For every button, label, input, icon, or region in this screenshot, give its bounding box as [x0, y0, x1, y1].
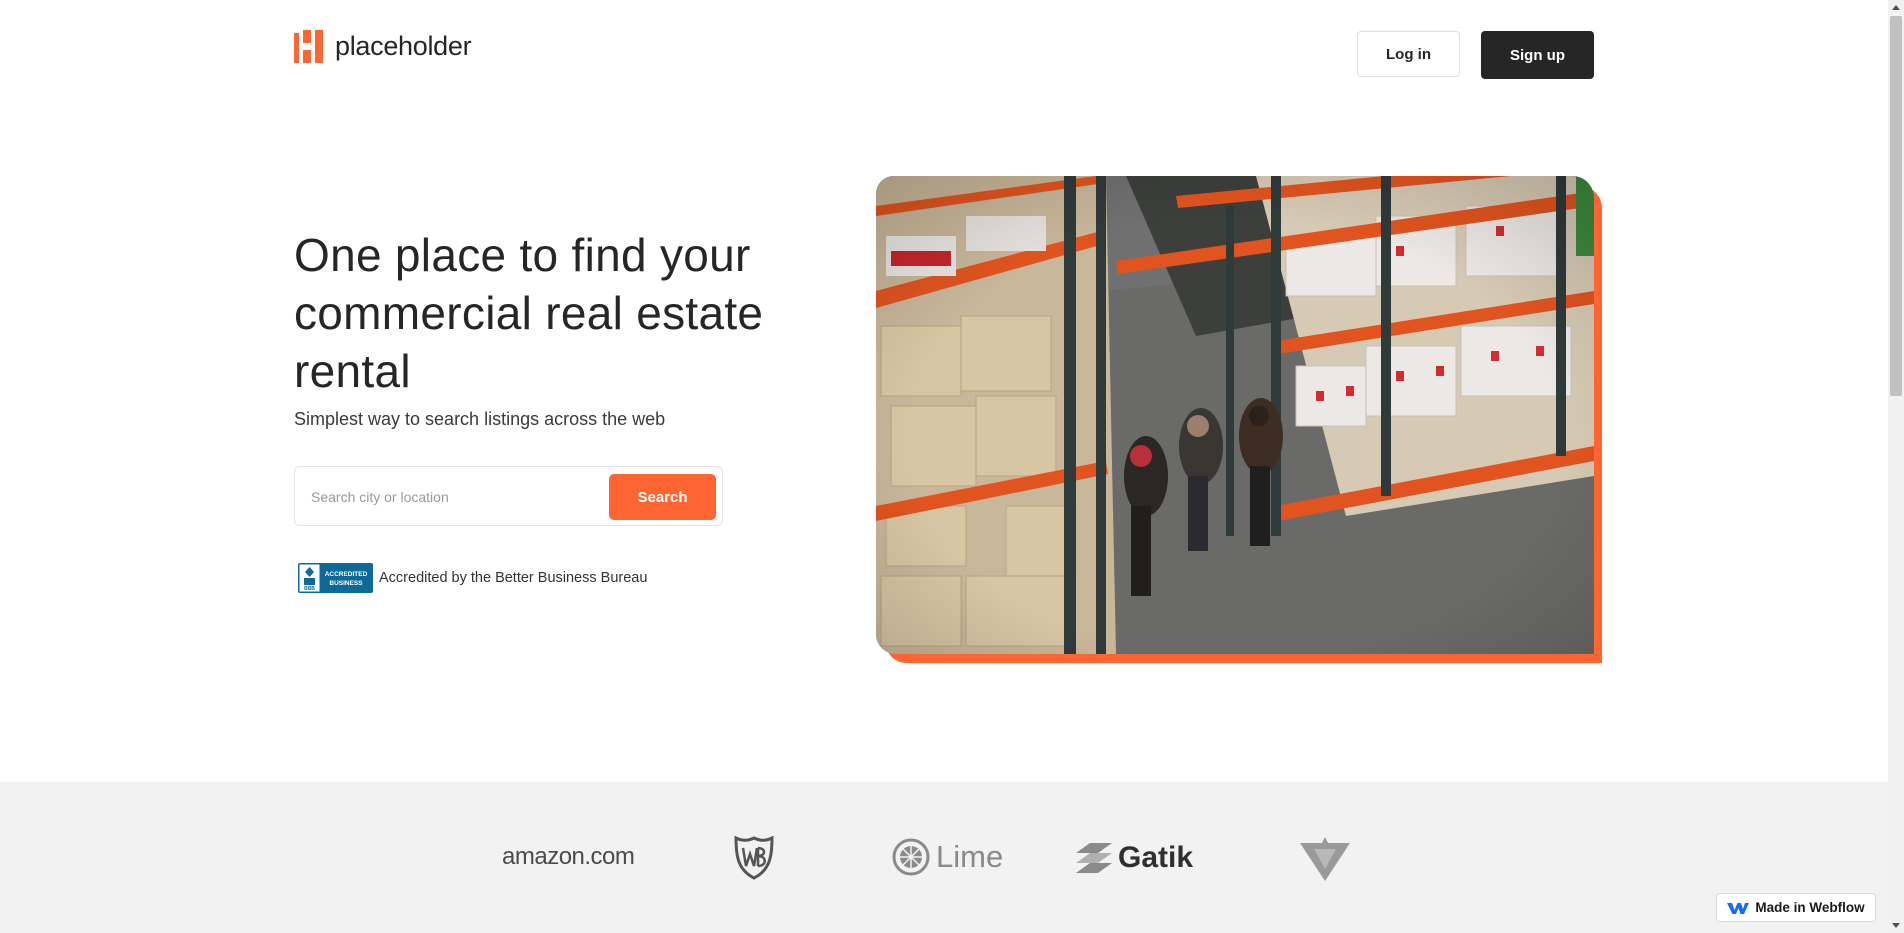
- brand-name: placeholder: [335, 31, 472, 61]
- bbb-badge-line-1: ACCREDITED: [325, 571, 368, 578]
- webflow-icon: [1727, 902, 1750, 914]
- warehouse-photo: [876, 176, 1594, 654]
- login-button[interactable]: Log in: [1357, 31, 1460, 77]
- scroll-down-arrow-icon[interactable]: [1892, 923, 1900, 928]
- canadian-tire-logo-icon: [1300, 837, 1350, 881]
- scrollbar-thumb[interactable]: [1890, 16, 1902, 396]
- bbb-logo-text: BBB: [304, 586, 315, 592]
- made-in-webflow-badge[interactable]: Made in Webflow: [1716, 893, 1876, 922]
- warner-bros-logo-icon: [734, 836, 774, 880]
- hero-subtitle: Simplest way to search listings across t…: [294, 409, 666, 429]
- brand-logo-icon: [294, 30, 323, 63]
- amazon-logo: amazon.com: [502, 843, 635, 871]
- bbb-accreditation[interactable]: BBB ACCREDITED BUSINESS Accredited by th…: [298, 563, 647, 593]
- signup-button[interactable]: Sign up: [1481, 31, 1594, 79]
- page-scrollbar[interactable]: [1888, 0, 1904, 933]
- lime-logo-text: Lime: [936, 839, 1004, 874]
- page: placeholder Log in Sign up One place to …: [0, 0, 1888, 933]
- gatik-logo-icon: [1076, 843, 1112, 873]
- search-input[interactable]: [309, 479, 593, 515]
- search-button[interactable]: Search: [609, 474, 716, 520]
- gatik-logo: Gatik: [1076, 841, 1193, 875]
- search-form: Search: [294, 466, 723, 526]
- webflow-badge-text: Made in Webflow: [1755, 900, 1865, 915]
- bbb-text: Accredited by the Better Business Bureau: [379, 570, 648, 586]
- lime-logo: Lime: [892, 838, 1003, 876]
- lime-logo-icon: [892, 838, 930, 876]
- brand-logo[interactable]: placeholder: [294, 30, 472, 63]
- hero-image: [876, 176, 1594, 654]
- amazon-logo-text: amazon.com: [502, 843, 635, 870]
- gatik-logo-text: Gatik: [1118, 841, 1194, 874]
- hero-title: One place to find your commercial real e…: [294, 229, 764, 397]
- bbb-badge-line-2: BUSINESS: [329, 580, 363, 587]
- bbb-badge-icon: BBB ACCREDITED BUSINESS: [298, 563, 373, 593]
- scroll-up-arrow-icon[interactable]: [1892, 5, 1900, 10]
